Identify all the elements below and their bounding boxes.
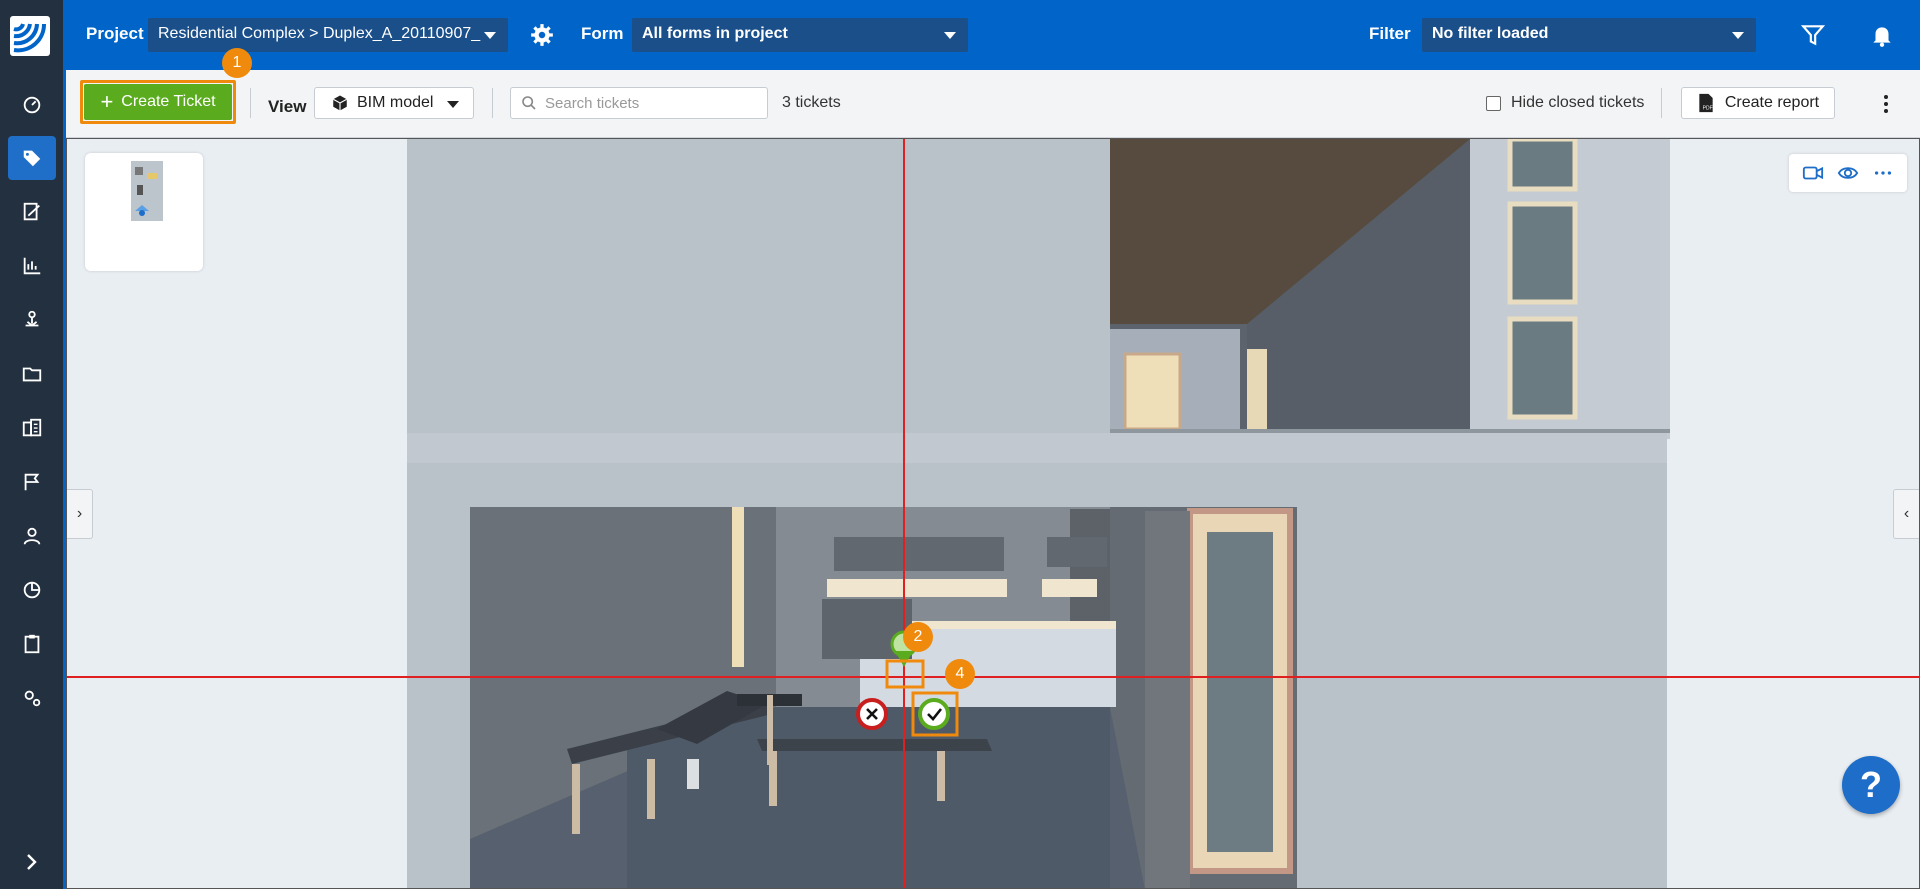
search-input[interactable] <box>545 94 755 112</box>
ticket-toolbar: + Create Ticket 1 View BIM model 3 ticke… <box>66 48 1920 138</box>
hide-closed-toggle[interactable]: Hide closed tickets <box>1486 94 1644 112</box>
create-report-button[interactable]: PDF Create report <box>1681 87 1835 119</box>
divider <box>1661 88 1662 118</box>
chevron-right-icon[interactable] <box>22 852 42 872</box>
cube-icon <box>332 95 348 111</box>
nav-forms[interactable] <box>8 190 56 234</box>
buildings-icon <box>22 418 42 437</box>
settings-icon <box>24 690 41 707</box>
annotation-badge-2: 2 <box>903 622 933 652</box>
forms-icon <box>23 202 40 221</box>
ticket-count: 3 tickets <box>782 94 841 111</box>
nav-bim[interactable] <box>8 298 56 342</box>
view-select-value: BIM model <box>357 94 434 111</box>
user-icon <box>23 527 41 545</box>
tickets-icon <box>23 150 41 167</box>
bell-icon[interactable] <box>1869 22 1895 48</box>
chevron-down-icon <box>447 101 459 108</box>
chevron-down-icon <box>1732 32 1744 39</box>
nav-analytics[interactable] <box>8 568 56 612</box>
chart-pie-icon <box>23 581 41 599</box>
folder-icon <box>22 367 42 382</box>
clipboard-icon <box>24 634 40 654</box>
viewport-tools <box>1789 154 1907 192</box>
divider <box>492 88 493 118</box>
filter-select[interactable]: No filter loaded <box>1422 18 1756 52</box>
divider <box>250 88 251 118</box>
annotation-badge-1: 1 <box>222 48 252 78</box>
form-select-value: All forms in project <box>642 25 788 42</box>
create-report-label: Create report <box>1724 94 1820 111</box>
search-icon <box>522 96 536 110</box>
create-ticket-button[interactable]: + Create Ticket <box>84 84 232 120</box>
nav-users[interactable] <box>8 514 56 558</box>
pdf-icon: PDF <box>1699 93 1713 113</box>
dashboard-icon <box>23 96 41 114</box>
more-horizontal-icon[interactable] <box>1872 162 1894 184</box>
form-label: Form <box>581 24 624 43</box>
nav-documents[interactable] <box>8 352 56 396</box>
ticket-pin-closed-rejected[interactable] <box>856 698 888 730</box>
search-box[interactable] <box>510 87 768 119</box>
help-button[interactable]: ? <box>1842 756 1900 814</box>
hide-closed-checkbox[interactable] <box>1486 95 1501 111</box>
hide-closed-label: Hide closed tickets <box>1511 94 1645 111</box>
nav-dashboard[interactable] <box>8 83 56 127</box>
eye-icon[interactable] <box>1837 162 1859 184</box>
app-root: Project Residential Complex > Duplex_A_2… <box>0 0 1920 889</box>
app-logo-icon[interactable] <box>10 16 50 56</box>
video-camera-icon[interactable] <box>1802 162 1824 184</box>
bim-viewport[interactable]: 2 4 › ‹ ? <box>66 138 1920 889</box>
right-panel-toggle[interactable]: ‹ <box>1893 489 1919 539</box>
filter-icon[interactable] <box>1800 22 1826 48</box>
view-label: View <box>268 97 307 116</box>
nav-settings[interactable] <box>8 676 56 720</box>
top-header: Project Residential Complex > Duplex_A_2… <box>66 0 1920 70</box>
left-panel-toggle[interactable]: › <box>67 489 93 539</box>
create-ticket-label: Create Ticket <box>121 93 216 110</box>
nav-reports[interactable] <box>8 244 56 288</box>
plus-icon: + <box>100 89 114 114</box>
annotation-badge-4: 4 <box>945 659 975 689</box>
flag-icon <box>24 473 40 491</box>
bim-icon <box>25 310 39 327</box>
svg-text:PDF: PDF <box>1703 106 1713 112</box>
chevron-left-icon: ‹ <box>1903 505 1910 522</box>
left-sidebar <box>0 0 66 889</box>
view-select[interactable]: BIM model <box>314 87 474 119</box>
gear-icon[interactable] <box>529 22 555 48</box>
nav-tickets[interactable] <box>8 136 56 180</box>
project-label: Project <box>86 24 144 43</box>
chevron-right-icon: › <box>76 505 83 522</box>
chevron-down-icon <box>944 32 956 39</box>
more-options-icon[interactable] <box>1880 92 1892 116</box>
form-select[interactable]: All forms in project <box>632 18 968 52</box>
bim-3d-scene[interactable] <box>67 139 1920 889</box>
project-select[interactable]: Residential Complex > Duplex_A_20110907_ <box>148 18 508 52</box>
reports-icon <box>23 257 41 275</box>
nav-milestones[interactable] <box>8 460 56 504</box>
filter-select-value: No filter loaded <box>1432 25 1549 42</box>
filter-label: Filter <box>1369 24 1411 43</box>
minimap-floorplan-icon <box>131 161 163 221</box>
project-select-value: Residential Complex > Duplex_A_20110907_ <box>158 25 481 42</box>
nav-tasks[interactable] <box>8 622 56 666</box>
nav-buildings[interactable] <box>8 406 56 450</box>
chevron-down-icon <box>484 32 496 39</box>
minimap[interactable] <box>85 153 203 271</box>
